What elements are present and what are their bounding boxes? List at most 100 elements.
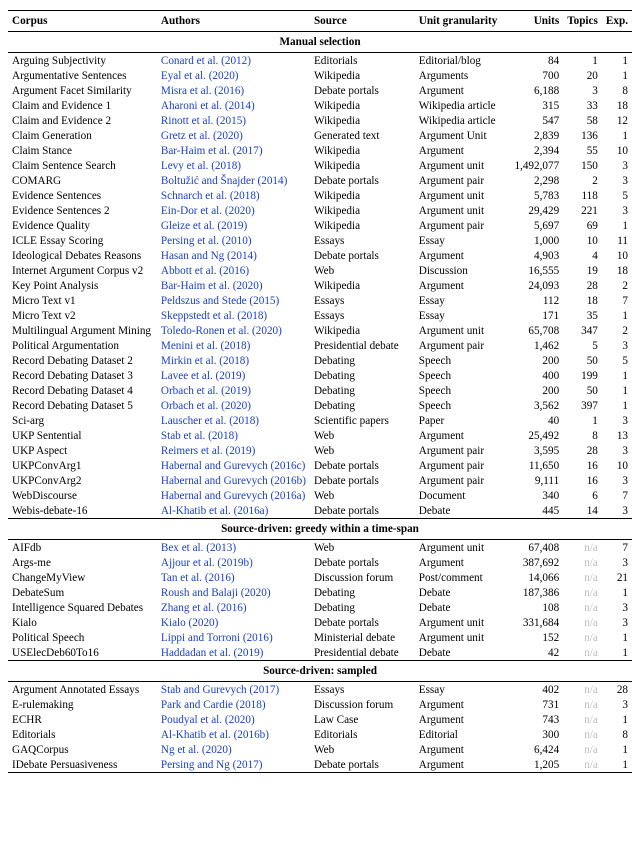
- cell-topics: 1: [563, 53, 602, 69]
- author-link[interactable]: Persing and Ng (2017): [161, 759, 263, 771]
- author-link[interactable]: Peldszus and Stede (2015): [161, 295, 279, 307]
- table-row: Claim StanceBar-Haim et al. (2017)Wikipe…: [8, 143, 632, 158]
- cell-units: 16,555: [509, 263, 563, 278]
- cell-gran: Debate: [415, 600, 509, 615]
- author-link[interactable]: Al-Khatib et al. (2016b): [161, 729, 269, 741]
- author-link[interactable]: Lauscher et al. (2018): [161, 415, 259, 427]
- author-link[interactable]: Schnarch et al. (2018): [161, 190, 260, 202]
- author-link[interactable]: Orbach et al. (2020): [161, 400, 251, 412]
- cell-units: 200: [509, 353, 563, 368]
- cell-units: 171: [509, 308, 563, 323]
- cell-corpus: IDebate Persuasiveness: [8, 757, 157, 773]
- author-link[interactable]: Lippi and Torroni (2016): [161, 632, 273, 644]
- table-row: Record Debating Dataset 5Orbach et al. (…: [8, 398, 632, 413]
- author-link[interactable]: Tan et al. (2016): [161, 572, 235, 584]
- table-row: Arguing SubjectivityConard et al. (2012)…: [8, 53, 632, 69]
- author-link[interactable]: Kialo (2020): [161, 617, 218, 629]
- cell-corpus: Argument Facet Similarity: [8, 83, 157, 98]
- table-row: UKP AspectReimers et al. (2019)WebArgume…: [8, 443, 632, 458]
- cell-source: Wikipedia: [310, 278, 415, 293]
- cell-corpus: Record Debating Dataset 4: [8, 383, 157, 398]
- cell-source: Debating: [310, 353, 415, 368]
- author-link[interactable]: Mirkin et al. (2018): [161, 355, 249, 367]
- author-link[interactable]: Misra et al. (2016): [161, 85, 244, 97]
- cell-authors: Haddadan et al. (2019): [157, 645, 310, 661]
- author-link[interactable]: Rinott et al. (2015): [161, 115, 246, 127]
- table-row: Argument Facet Similarity Misra et al. (2…: [8, 83, 632, 98]
- cell-exp: 2: [602, 278, 632, 293]
- cell-source: Debate portals: [310, 555, 415, 570]
- author-link[interactable]: Habernal and Gurevych (2016c): [161, 460, 305, 472]
- table-row: Micro Text v1Peldszus and Stede (2015)Es…: [8, 293, 632, 308]
- cell-topics: n/a: [563, 645, 602, 661]
- cell-gran: Argument: [415, 143, 509, 158]
- cell-corpus: Evidence Quality: [8, 218, 157, 233]
- cell-authors: Levy et al. (2018): [157, 158, 310, 173]
- author-link[interactable]: Bar-Haim et al. (2017): [161, 145, 263, 157]
- cell-corpus: Args-me: [8, 555, 157, 570]
- cell-corpus: Political Speech: [8, 630, 157, 645]
- cell-units: 3,595: [509, 443, 563, 458]
- author-link[interactable]: Toledo-Ronen et al. (2020): [161, 325, 282, 337]
- author-link[interactable]: Conard et al. (2012): [161, 55, 251, 67]
- table-row: ECHRPoudyal et al. (2020)Law CaseArgumen…: [8, 712, 632, 727]
- author-link[interactable]: Ajjour et al. (2019b): [161, 557, 253, 569]
- cell-exp: 3: [602, 443, 632, 458]
- cell-topics: n/a: [563, 615, 602, 630]
- cell-authors: Ein-Dor et al. (2020): [157, 203, 310, 218]
- author-link[interactable]: Reimers et al. (2019): [161, 445, 255, 457]
- cell-units: 387,692: [509, 555, 563, 570]
- cell-authors: Ng et al. (2020): [157, 742, 310, 757]
- cell-topics: 19: [563, 263, 602, 278]
- author-link[interactable]: Hasan and Ng (2014): [161, 250, 257, 262]
- author-link[interactable]: Bar-Haim et al. (2020): [161, 280, 263, 292]
- cell-corpus: Webis-debate-16: [8, 503, 157, 519]
- author-link[interactable]: Park and Cardie (2018): [161, 699, 266, 711]
- author-link[interactable]: Habernal and Gurevych (2016a): [161, 490, 305, 502]
- author-link[interactable]: Persing et al. (2010): [161, 235, 252, 247]
- cell-authors: Bex et al. (2013): [157, 540, 310, 556]
- cell-gran: Argument: [415, 712, 509, 727]
- author-link[interactable]: Stab et al. (2018): [161, 430, 238, 442]
- author-link[interactable]: Orbach et al. (2019): [161, 385, 251, 397]
- col-exp: Exp.: [602, 11, 632, 32]
- table-row: Evidence Sentences 2Ein-Dor et al. (2020…: [8, 203, 632, 218]
- author-link[interactable]: Stab and Gurevych (2017): [161, 684, 279, 696]
- author-link[interactable]: Habernal and Gurevych (2016b): [161, 475, 306, 487]
- author-link[interactable]: Skeppstedt et al. (2018): [161, 310, 267, 322]
- author-link[interactable]: Al-Khatib et al. (2016a): [161, 505, 269, 517]
- author-link[interactable]: Aharoni et al. (2014): [161, 100, 255, 112]
- cell-source: Debating: [310, 368, 415, 383]
- author-link[interactable]: Menini et al. (2018): [161, 340, 250, 352]
- cell-gran: Argument: [415, 248, 509, 263]
- author-link[interactable]: Ein-Dor et al. (2020): [161, 205, 255, 217]
- cell-gran: Speech: [415, 368, 509, 383]
- author-link[interactable]: Bex et al. (2013): [161, 542, 236, 554]
- cell-topics: n/a: [563, 727, 602, 742]
- author-link[interactable]: Ng et al. (2020): [161, 744, 232, 756]
- author-link[interactable]: Lavee et al. (2019): [161, 370, 246, 382]
- author-link[interactable]: Gretz et al. (2020): [161, 130, 243, 142]
- table-row: WebDiscourseHabernal and Gurevych (2016a…: [8, 488, 632, 503]
- cell-topics: 58: [563, 113, 602, 128]
- cell-topics: n/a: [563, 585, 602, 600]
- cell-topics: 8: [563, 428, 602, 443]
- cell-source: Generated text: [310, 128, 415, 143]
- author-link[interactable]: Roush and Balaji (2020): [161, 587, 271, 599]
- author-link[interactable]: Boltužić and Šnajder (2014): [161, 175, 287, 187]
- author-link[interactable]: Abbott et al. (2016): [161, 265, 249, 277]
- cell-exp: 3: [602, 338, 632, 353]
- cell-source: Web: [310, 742, 415, 757]
- author-link[interactable]: Haddadan et al. (2019): [161, 647, 264, 659]
- cell-units: 108: [509, 600, 563, 615]
- author-link[interactable]: Levy et al. (2018): [161, 160, 241, 172]
- cell-authors: Gretz et al. (2020): [157, 128, 310, 143]
- author-link[interactable]: Zhang et al. (2016): [161, 602, 247, 614]
- cell-authors: Conard et al. (2012): [157, 53, 310, 69]
- author-link[interactable]: Eyal et al. (2020): [161, 70, 239, 82]
- cell-exp: 21: [602, 570, 632, 585]
- author-link[interactable]: Poudyal et al. (2020): [161, 714, 255, 726]
- cell-authors: Hasan and Ng (2014): [157, 248, 310, 263]
- cell-exp: 1: [602, 742, 632, 757]
- author-link[interactable]: Gleize et al. (2019): [161, 220, 247, 232]
